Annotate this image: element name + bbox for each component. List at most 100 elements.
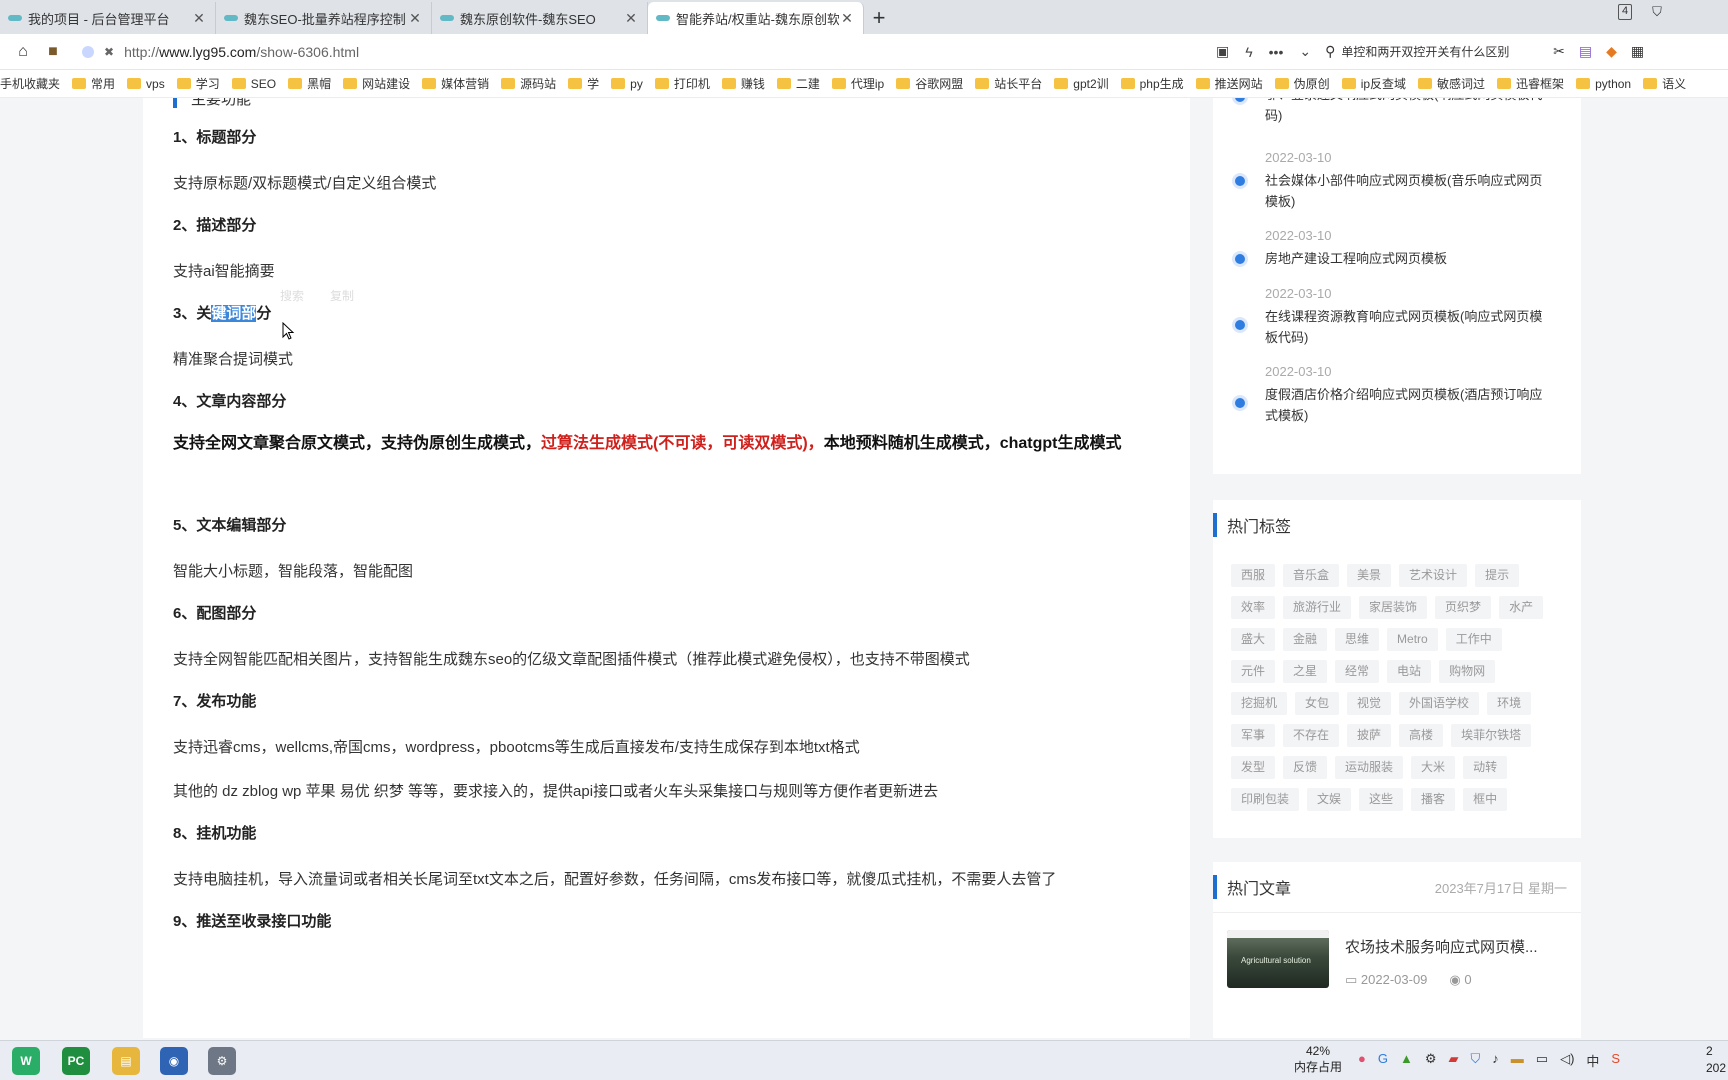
- bookmark-item[interactable]: 网站建设: [343, 75, 410, 92]
- tag-chip[interactable]: 动转: [1463, 756, 1508, 779]
- more-icon[interactable]: •••: [1269, 44, 1284, 60]
- bookmark-item[interactable]: 手机收藏夹: [0, 75, 60, 92]
- tag-chip[interactable]: 运动服装: [1335, 756, 1404, 779]
- tag-chip[interactable]: 旅游行业: [1283, 596, 1352, 619]
- hot-article-item[interactable]: Agricultural solution 农场技术服务响应式网页模... ▭ …: [1227, 930, 1572, 990]
- tag-chip[interactable]: 披萨: [1347, 724, 1392, 747]
- shield-icon[interactable]: ⛉: [1471, 1051, 1481, 1070]
- tag-chip[interactable]: 视觉: [1347, 692, 1392, 715]
- shirt-icon[interactable]: ⛉: [1652, 4, 1662, 20]
- bookmark-item[interactable]: 二建: [776, 75, 820, 92]
- browser-tray-icon[interactable]: G: [1378, 1051, 1388, 1070]
- tag-chip[interactable]: 播客: [1411, 788, 1456, 811]
- bookmark-item[interactable]: py: [611, 77, 643, 91]
- file-explorer-icon[interactable]: ▤: [112, 1047, 140, 1075]
- app-shield-icon[interactable]: ◉: [160, 1047, 188, 1075]
- tag-chip[interactable]: 军事: [1231, 724, 1276, 747]
- nvidia-icon[interactable]: ▲: [1400, 1051, 1413, 1070]
- tag-chip[interactable]: 音乐盒: [1283, 564, 1340, 587]
- insecure-icon[interactable]: ✖: [104, 45, 114, 59]
- bookmark-item[interactable]: SEO: [231, 77, 276, 91]
- bookmark-item[interactable]: 语义: [1643, 75, 1686, 92]
- tag-chip[interactable]: 印刷包装: [1231, 788, 1300, 811]
- ime-indicator[interactable]: 中: [1586, 1051, 1599, 1070]
- tag-chip[interactable]: 艺术设计: [1399, 564, 1468, 587]
- pycharm-icon[interactable]: PC: [62, 1047, 90, 1075]
- bookmark-item[interactable]: 媒体营销: [422, 75, 489, 92]
- chat-icon[interactable]: ▰: [1449, 1051, 1459, 1070]
- bookmark-item[interactable]: 推送网站: [1195, 75, 1263, 92]
- tab-smart-site[interactable]: 智能养站/权重站-魏东原创软件 ✕: [648, 2, 864, 34]
- app-settings-icon[interactable]: ⚙: [208, 1047, 236, 1075]
- tag-chip[interactable]: 高楼: [1399, 724, 1444, 747]
- security-icon[interactable]: [82, 45, 94, 58]
- selection-copy-action[interactable]: 复制: [330, 287, 354, 304]
- microphone-icon[interactable]: ♪: [1492, 1051, 1499, 1070]
- tag-chip[interactable]: 金融: [1283, 628, 1328, 651]
- chevron-down-icon[interactable]: ⌄: [1299, 43, 1311, 60]
- tag-chip[interactable]: 发型: [1231, 756, 1276, 779]
- tag-chip[interactable]: 环境: [1487, 692, 1532, 715]
- search-box[interactable]: ⚲ 单控和两开双控开关有什么区别: [1325, 38, 1535, 66]
- bookmark-item[interactable]: ip反查域: [1341, 75, 1406, 92]
- bookmark-item[interactable]: 打印机: [654, 75, 710, 92]
- tag-chip[interactable]: 文娱: [1307, 788, 1352, 811]
- close-icon[interactable]: ✕: [623, 10, 639, 27]
- close-icon[interactable]: ✕: [407, 10, 423, 27]
- tag-chip[interactable]: 埃菲尔铁塔: [1451, 724, 1532, 747]
- tag-chip[interactable]: 大米: [1411, 756, 1456, 779]
- bookmark-item[interactable]: 学: [568, 75, 599, 92]
- bookmark-item[interactable]: vps: [127, 77, 165, 91]
- tag-chip[interactable]: 提示: [1475, 564, 1520, 587]
- tag-chip[interactable]: 西服: [1231, 564, 1276, 587]
- tag-chip[interactable]: 美景: [1347, 564, 1392, 587]
- tab-count-badge[interactable]: 4: [1618, 4, 1633, 20]
- bookmark-item[interactable]: gpt2训: [1054, 75, 1109, 92]
- home-icon[interactable]: ⌂: [8, 43, 38, 61]
- tag-chip[interactable]: 框中: [1463, 788, 1508, 811]
- bookmark-item[interactable]: 赚钱: [721, 75, 765, 92]
- tag-chip[interactable]: 思维: [1335, 628, 1380, 651]
- tag-chip[interactable]: 挖掘机: [1231, 692, 1288, 715]
- bookmark-item[interactable]: 站长平台: [975, 75, 1042, 92]
- gear-icon[interactable]: ⚙: [1425, 1051, 1437, 1070]
- bookmark-item[interactable]: php生成: [1120, 75, 1184, 92]
- tag-chip[interactable]: 这些: [1359, 788, 1404, 811]
- bookmark-item[interactable]: 敏感词过: [1418, 75, 1485, 92]
- network-icon[interactable]: ▭: [1536, 1051, 1548, 1070]
- bookmark-item[interactable]: 代理ip: [831, 75, 884, 92]
- volume-icon[interactable]: ◁): [1560, 1051, 1574, 1070]
- lightning-icon[interactable]: ϟ: [1245, 44, 1252, 60]
- image-icon[interactable]: ▣: [1216, 43, 1229, 60]
- bookmark-item[interactable]: 源码站: [501, 75, 556, 92]
- tag-chip[interactable]: 页织梦: [1435, 596, 1492, 619]
- close-icon[interactable]: ✕: [191, 10, 207, 27]
- tab-backend[interactable]: 我的项目 - 后台管理平台 ✕: [0, 2, 216, 34]
- tab-original-software[interactable]: 魏东原创软件-魏东SEO ✕: [432, 2, 648, 34]
- bookmark-item[interactable]: 黑帽: [288, 75, 331, 92]
- selection-search-action[interactable]: 搜索: [280, 287, 304, 304]
- article-thumbnail[interactable]: Agricultural solution: [1227, 930, 1329, 988]
- tag-chip[interactable]: 经常: [1335, 660, 1380, 683]
- memory-usage[interactable]: 42% 内存占用: [1294, 1043, 1342, 1075]
- bookmark-item[interactable]: 迅睿框架: [1497, 75, 1564, 92]
- sogou-icon[interactable]: S: [1611, 1051, 1620, 1070]
- article-title[interactable]: 农场技术服务响应式网页模...: [1345, 936, 1538, 957]
- bookmark-item[interactable]: 伪原创: [1274, 75, 1330, 92]
- tag-chip[interactable]: 女包: [1295, 692, 1340, 715]
- tab-seo-control[interactable]: 魏东SEO-批量养站程序控制 ✕: [216, 2, 432, 34]
- scissors-icon[interactable]: ✂: [1553, 43, 1565, 60]
- url-field[interactable]: ✖ http://www.lyg95.com/show-6306.html: [76, 38, 1216, 66]
- wechat-icon[interactable]: W: [12, 1047, 40, 1075]
- tag-chip[interactable]: 家居装饰: [1359, 596, 1428, 619]
- tag-chip[interactable]: 外国语学校: [1399, 692, 1480, 715]
- new-tab-button[interactable]: +: [864, 2, 894, 34]
- tag-chip[interactable]: 不存在: [1283, 724, 1340, 747]
- system-clock[interactable]: 2 202: [1706, 1043, 1726, 1077]
- close-icon[interactable]: ✕: [839, 10, 855, 27]
- bookmark-item[interactable]: 谷歌网盟: [896, 75, 963, 92]
- tag-chip[interactable]: 效率: [1231, 596, 1276, 619]
- bookmark-item[interactable]: python: [1576, 77, 1631, 91]
- record-icon[interactable]: ●: [1358, 1051, 1366, 1070]
- apps-grid-icon[interactable]: ▦: [1631, 43, 1644, 60]
